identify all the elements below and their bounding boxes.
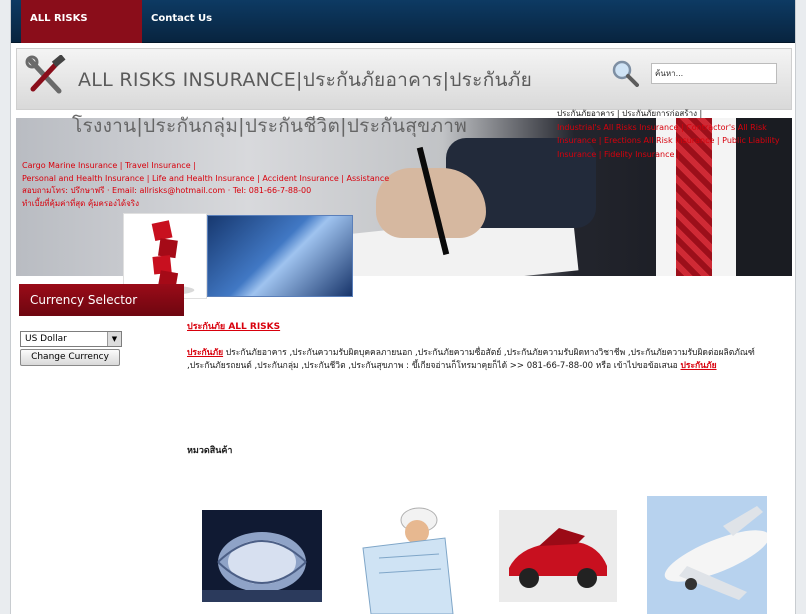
category-heading: หมวดสินค้า (187, 446, 233, 456)
currency-select-value: US Dollar (25, 334, 67, 344)
search-input[interactable] (651, 63, 777, 84)
currency-select[interactable]: US Dollar ▼ (20, 331, 122, 347)
banner-link-line[interactable]: สอบถามโทร: ปรึกษาฟรี · Email: allrisks@h… (22, 185, 482, 198)
content-paragraph: ประกันภัย ประกันภัยอาคาร ,ประกันความรับผ… (187, 347, 783, 373)
wrench-hammer-icon[interactable] (25, 55, 67, 97)
banner-link-line[interactable]: Personal and Health Insurance | Life and… (22, 173, 482, 186)
content-link[interactable]: ประกันภัย (187, 348, 223, 358)
content-text: ประกันภัยอาคาร ,ประกันความรับผิดบุคคลภาย… (187, 348, 755, 371)
banner-right-line1[interactable]: ประกันภัยอาคาร | ประกันภัยการก่อสร้าง | (557, 107, 789, 121)
site-header: ALL RISKS INSURANCE|ประกันภัยอาคาร|ประกั… (16, 48, 792, 110)
page-frame: ALL RISKS INSURANCE Contact Us ALL RISKS… (10, 0, 796, 614)
currency-selector-title: Currency Selector (19, 284, 184, 316)
banner-link-line[interactable]: ทำเบี้ยที่คุ้มค่าที่สุด คุ้มครองได้จริง (22, 198, 482, 211)
banner-link-line[interactable]: Cargo Marine Insurance | Travel Insuranc… (22, 160, 482, 173)
content-end-link[interactable]: ประกันภัย (680, 361, 716, 371)
product-car-image[interactable] (499, 510, 617, 602)
nav-tab-all-risks[interactable]: ALL RISKS INSURANCE (21, 0, 142, 62)
site-title: ALL RISKS INSURANCE|ประกันภัยอาคาร|ประกั… (78, 66, 678, 94)
banner-right-line2[interactable]: Industrial's All Risks Insurance | Contr… (557, 121, 789, 162)
product-airplane-image[interactable] (647, 496, 767, 614)
product-engineer-image[interactable] (349, 498, 467, 614)
site-title-line2: โรงงาน|ประกันกลุ่ม|ประกันชีวิต|ประกันสุข… (72, 115, 468, 137)
banner-left-links: Cargo Marine Insurance | Travel Insuranc… (22, 160, 482, 210)
magnifier-icon[interactable] (611, 59, 639, 87)
chevron-down-icon[interactable]: ▼ (107, 332, 121, 346)
product-building-image[interactable] (202, 510, 322, 602)
top-nav: ALL RISKS INSURANCE Contact Us (11, 0, 795, 62)
change-currency-button[interactable]: Change Currency (20, 349, 120, 366)
nav-tab-contact-us[interactable]: Contact Us (142, 0, 221, 43)
banner-right-links: ประกันภัยอาคาร | ประกันภัยการก่อสร้าง | … (557, 107, 789, 161)
site-title-line1: ALL RISKS INSURANCE|ประกันภัยอาคาร|ประกั… (78, 69, 533, 91)
content-heading[interactable]: ประกันภัย ALL RISKS (187, 319, 280, 333)
business-collage-image (207, 215, 353, 297)
